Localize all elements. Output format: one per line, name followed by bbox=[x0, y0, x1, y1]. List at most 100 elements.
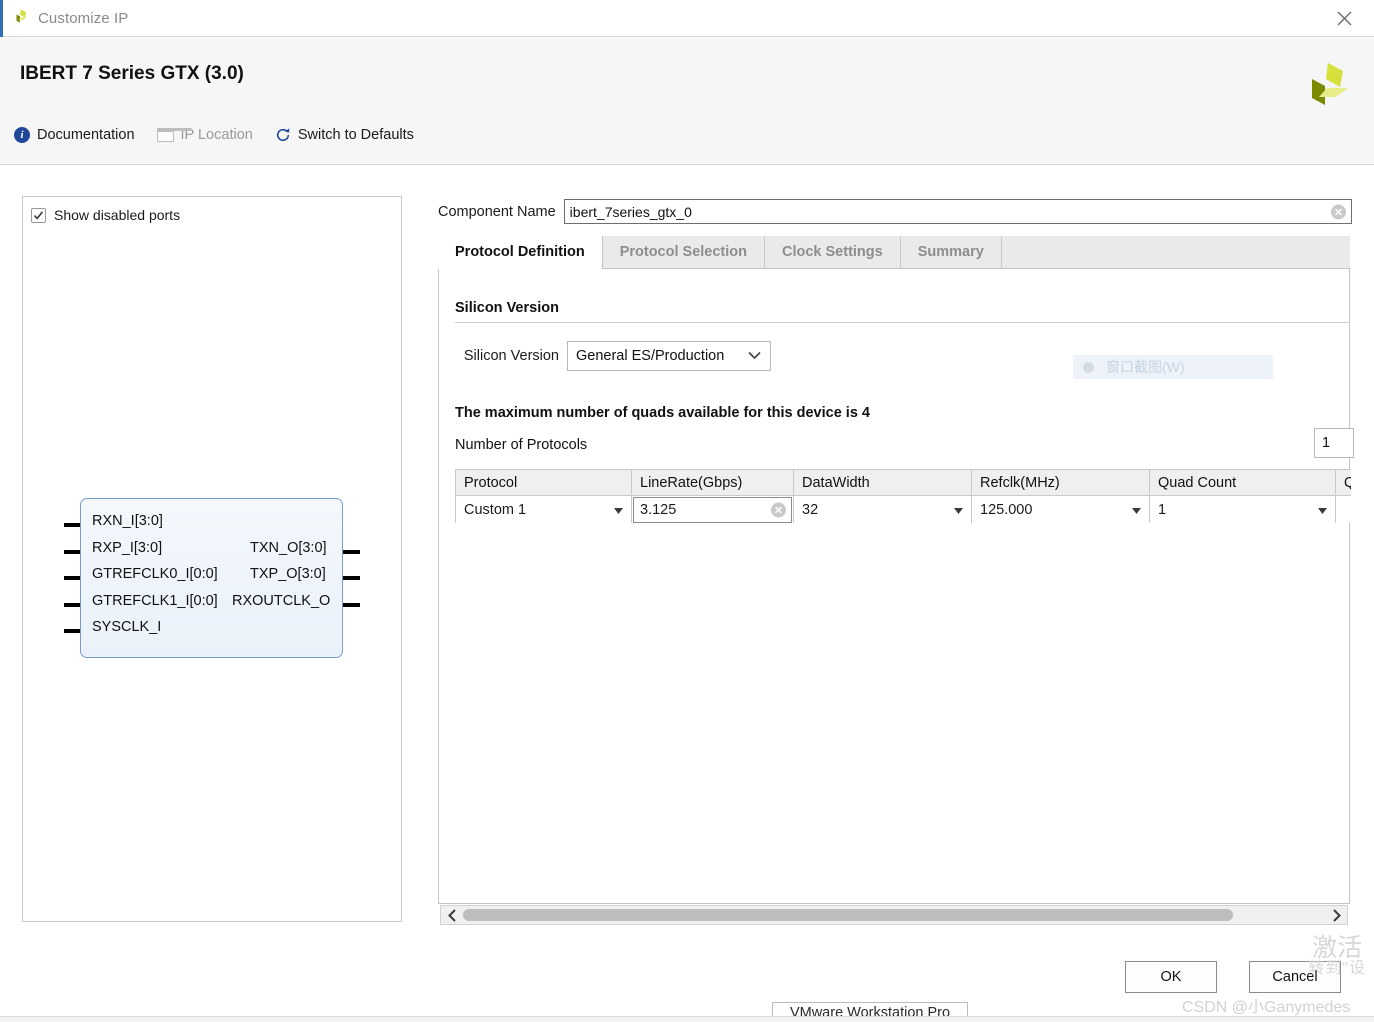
window-titlebar: Customize IP bbox=[0, 0, 1374, 37]
close-icon[interactable] bbox=[1322, 0, 1366, 37]
datawidth-value: 32 bbox=[802, 502, 819, 518]
component-name-label: Component Name bbox=[438, 203, 556, 220]
window-accent-edge bbox=[0, 0, 3, 37]
scrollbar-thumb[interactable] bbox=[463, 909, 1233, 921]
documentation-label: Documentation bbox=[37, 127, 135, 143]
cell-datawidth[interactable]: 32 bbox=[793, 495, 972, 523]
col-header-quad-count[interactable]: Quad Count bbox=[1149, 469, 1336, 496]
col-header-protocol[interactable]: Protocol bbox=[455, 469, 632, 496]
ok-button[interactable]: OK bbox=[1125, 961, 1217, 993]
quad-extra-value bbox=[1336, 496, 1351, 523]
col-header-datawidth[interactable]: DataWidth bbox=[793, 469, 972, 496]
silicon-version-value: General ES/Production bbox=[576, 348, 725, 364]
number-of-protocols-value: 1 bbox=[1322, 435, 1331, 451]
component-name-input[interactable] bbox=[563, 199, 1352, 224]
port-label-rxn-i: RXN_I[3:0] bbox=[92, 513, 163, 529]
chevron-down-icon bbox=[614, 502, 623, 518]
quad-count-value: 1 bbox=[1158, 502, 1167, 518]
chevron-down-icon bbox=[1318, 502, 1327, 518]
xilinx-logo-icon bbox=[12, 8, 30, 29]
record-dot-icon bbox=[1083, 361, 1094, 373]
bottom-strip bbox=[0, 1016, 1374, 1022]
screenshot-tool-label: 窗口截图(W) bbox=[1106, 359, 1185, 375]
ok-button-label: OK bbox=[1160, 969, 1182, 985]
clear-circle-icon[interactable] bbox=[1330, 204, 1346, 219]
refresh-icon bbox=[275, 127, 291, 143]
info-icon: i bbox=[14, 127, 30, 143]
tab-clock-settings[interactable]: Clock Settings bbox=[765, 236, 901, 268]
activation-watermark-line1: 激活 bbox=[1312, 934, 1363, 962]
chevron-right-icon[interactable] bbox=[1325, 906, 1347, 924]
datawidth-combobox[interactable]: 32 bbox=[794, 496, 971, 523]
show-disabled-ports-checkbox[interactable] bbox=[31, 207, 46, 223]
col-header-refclk[interactable]: Refclk(MHz) bbox=[971, 469, 1150, 496]
port-label-sysclk-i: SYSCLK_I bbox=[92, 619, 162, 635]
titlebar-left-group: Customize IP bbox=[12, 0, 128, 37]
tab-protocol-definition[interactable]: Protocol Definition bbox=[438, 236, 603, 269]
port-label-gtrefclk1-i: GTREFCLK1_I[0:0] bbox=[92, 593, 218, 609]
show-disabled-ports-label: Show disabled ports bbox=[54, 207, 181, 223]
component-name-row: Component Name bbox=[438, 199, 1352, 224]
cell-quad-extra[interactable] bbox=[1335, 495, 1351, 523]
chevron-down-icon bbox=[1132, 502, 1141, 518]
refclk-value: 125.000 bbox=[980, 502, 1033, 518]
screenshot-tool-overlay[interactable]: 窗口截图(W) bbox=[1073, 355, 1273, 379]
switch-to-defaults-button[interactable]: Switch to Defaults bbox=[275, 127, 414, 143]
section-divider bbox=[455, 322, 1350, 323]
port-label-gtrefclk0-i: GTREFCLK0_I[0:0] bbox=[92, 566, 218, 582]
tab-protocol-definition-label: Protocol Definition bbox=[455, 244, 585, 260]
window-title: Customize IP bbox=[38, 10, 129, 27]
number-of-protocols-spinner[interactable]: 1 bbox=[1314, 428, 1354, 458]
customize-ip-dialog: Customize IP IBERT 7 Series GTX (3.0) i … bbox=[0, 0, 1374, 1022]
quad-count-combobox[interactable]: 1 bbox=[1150, 496, 1335, 523]
silicon-version-section-title: Silicon Version bbox=[455, 300, 559, 316]
show-disabled-ports-row[interactable]: Show disabled ports bbox=[31, 207, 180, 223]
tab-protocol-selection[interactable]: Protocol Selection bbox=[603, 236, 765, 268]
port-label-txp-o: TXP_O[3:0] bbox=[250, 566, 326, 582]
page-title: IBERT 7 Series GTX (3.0) bbox=[20, 63, 244, 84]
table-row: Custom 1 3.125 32 125.000 1 bbox=[455, 495, 1351, 523]
protocol-table-wrap: Protocol LineRate(Gbps) DataWidth Refclk… bbox=[455, 469, 1351, 523]
ip-location-button[interactable]: IP Location bbox=[156, 127, 253, 143]
chevron-down-icon bbox=[748, 348, 761, 364]
switch-to-defaults-label: Switch to Defaults bbox=[297, 127, 414, 143]
refclk-combobox[interactable]: 125.000 bbox=[972, 496, 1149, 523]
protocol-table-header-row: Protocol LineRate(Gbps) DataWidth Refclk… bbox=[455, 469, 1351, 496]
component-name-field-wrap bbox=[563, 199, 1352, 224]
table-horizontal-scrollbar[interactable] bbox=[440, 905, 1348, 925]
clear-circle-icon[interactable] bbox=[771, 502, 786, 518]
max-quads-note: The maximum number of quads available fo… bbox=[455, 405, 870, 421]
tab-summary[interactable]: Summary bbox=[901, 236, 1002, 268]
protocol-combobox[interactable]: Custom 1 bbox=[456, 496, 631, 523]
pin-out-1 bbox=[342, 576, 360, 580]
tabstrip: Protocol Definition Protocol Selection C… bbox=[438, 236, 1350, 269]
scrollbar-track[interactable] bbox=[463, 906, 1325, 924]
chevron-down-icon bbox=[954, 502, 963, 518]
linerate-input[interactable]: 3.125 bbox=[633, 497, 792, 523]
cancel-button-label: Cancel bbox=[1272, 969, 1318, 985]
documentation-button[interactable]: i Documentation bbox=[14, 127, 135, 143]
protocol-table: Protocol LineRate(Gbps) DataWidth Refclk… bbox=[455, 469, 1351, 523]
number-of-protocols-label: Number of Protocols bbox=[455, 437, 588, 453]
cell-linerate[interactable]: 3.125 bbox=[631, 495, 794, 523]
silicon-version-combobox[interactable]: General ES/Production bbox=[567, 341, 771, 371]
col-header-quad-extra[interactable]: Qu bbox=[1335, 469, 1351, 496]
col-header-linerate[interactable]: LineRate(Gbps) bbox=[631, 469, 794, 496]
pin-out-2 bbox=[342, 603, 360, 607]
cancel-button[interactable]: Cancel bbox=[1249, 961, 1341, 993]
port-label-rxoutclk-o: RXOUTCLK_O bbox=[232, 593, 331, 609]
linerate-value: 3.125 bbox=[640, 502, 677, 518]
tab-summary-label: Summary bbox=[917, 244, 984, 260]
folder-icon bbox=[156, 128, 192, 142]
chevron-left-icon[interactable] bbox=[441, 906, 463, 924]
cell-refclk[interactable]: 125.000 bbox=[971, 495, 1150, 523]
port-label-rxp-i: RXP_I[3:0] bbox=[92, 540, 163, 556]
ip-symbol-panel: Show disabled ports RXN_I[3:0] RXP_I[3:0… bbox=[22, 196, 402, 922]
cell-protocol[interactable]: Custom 1 bbox=[455, 495, 632, 523]
silicon-version-label: Silicon Version bbox=[463, 348, 559, 364]
header-actionbar: i Documentation IP Location Switch to De… bbox=[14, 127, 414, 143]
dialog-header: IBERT 7 Series GTX (3.0) i Documentation… bbox=[0, 37, 1374, 165]
tabstrip-filler bbox=[1002, 236, 1350, 268]
cell-quad-count[interactable]: 1 bbox=[1149, 495, 1336, 523]
silicon-version-row: Silicon Version General ES/Production bbox=[455, 341, 771, 371]
